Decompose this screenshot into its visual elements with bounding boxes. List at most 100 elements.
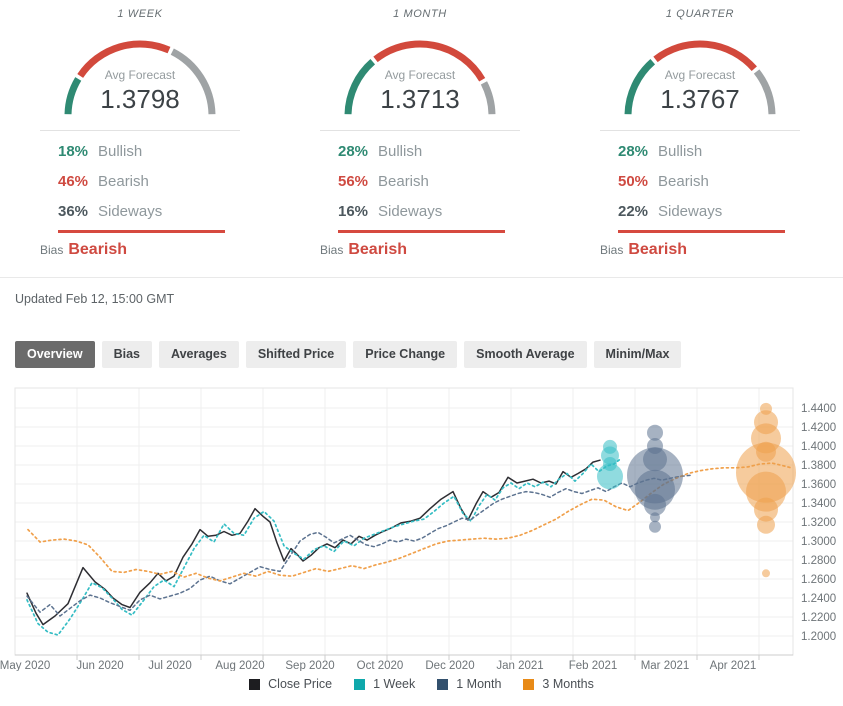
svg-text:1.2000: 1.2000 (801, 631, 836, 643)
legend-label: 1 Month (456, 677, 501, 691)
legend-1-week[interactable]: 1 Week (354, 677, 415, 691)
panel-title: 1 QUARTER (600, 6, 800, 22)
bias-value: Bearish (628, 241, 687, 258)
svg-text:1.2800: 1.2800 (801, 555, 836, 567)
svg-text:1.4200: 1.4200 (801, 422, 836, 434)
bullish-row: 18%Bullish (58, 137, 240, 167)
chart-legend: Close Price 1 Week 1 Month 3 Months (0, 677, 843, 691)
bearish-pct: 56% (338, 167, 378, 197)
one-week-swatch (354, 679, 365, 690)
bullish-row: 28%Bullish (338, 137, 520, 167)
svg-text:1.3000: 1.3000 (801, 536, 836, 548)
forecast-poll-widget: 1 WEEK Avg Forecast 1.3798 18%Bullish 46… (0, 0, 843, 706)
svg-text:1.3600: 1.3600 (801, 479, 836, 491)
divider (40, 130, 240, 131)
one-month-swatch (437, 679, 448, 690)
sideways-row: 16%Sideways (338, 197, 520, 227)
forecast-chart[interactable]: 1.44001.42001.40001.38001.36001.34001.32… (0, 386, 843, 671)
svg-text:1.2400: 1.2400 (801, 593, 836, 605)
bias-value: Bearish (348, 241, 407, 258)
svg-text:1.4000: 1.4000 (801, 441, 836, 453)
legend-close-price[interactable]: Close Price (249, 677, 332, 691)
svg-text:Jan 2021: Jan 2021 (496, 660, 543, 671)
bias-underline (338, 230, 505, 233)
svg-text:Oct 2020: Oct 2020 (357, 660, 404, 671)
panel-title: 1 MONTH (320, 6, 520, 22)
bias-row: Bias Bearish (320, 241, 520, 259)
bullish-pct: 18% (58, 137, 98, 167)
legend-1-month[interactable]: 1 Month (437, 677, 501, 691)
svg-text:Feb 2021: Feb 2021 (569, 660, 618, 671)
tab-price-change[interactable]: Price Change (353, 341, 457, 368)
bullish-pct: 28% (618, 137, 658, 167)
close-price-swatch (249, 679, 260, 690)
svg-text:Dec 2020: Dec 2020 (425, 660, 474, 671)
bullish-pct: 28% (338, 137, 378, 167)
bearish-pct: 46% (58, 167, 98, 197)
sideways-pct: 16% (338, 197, 378, 227)
avg-forecast-value: 1.3798 (40, 84, 240, 115)
bullish-label: Bullish (658, 143, 702, 160)
divider (320, 130, 520, 131)
svg-text:1.2600: 1.2600 (801, 574, 836, 586)
svg-text:Sep 2020: Sep 2020 (285, 660, 334, 671)
forecast-panel-1-week: 1 WEEK Avg Forecast 1.3798 18%Bullish 46… (40, 6, 240, 259)
bias-label: Bias (40, 243, 63, 257)
bearish-row: 56%Bearish (338, 167, 520, 197)
bullish-label: Bullish (378, 143, 422, 160)
gauge-1-quarter: Avg Forecast 1.3767 (600, 30, 800, 118)
bearish-label: Bearish (658, 173, 709, 190)
avg-forecast-value: 1.3767 (600, 84, 800, 115)
chart-tabs: Overview Bias Averages Shifted Price Pri… (15, 341, 843, 368)
sideways-row: 22%Sideways (618, 197, 800, 227)
bullish-row: 28%Bullish (618, 137, 800, 167)
bias-row: BiasBearish (40, 241, 240, 259)
tab-bias[interactable]: Bias (102, 341, 152, 368)
svg-text:Jul 2020: Jul 2020 (148, 660, 191, 671)
svg-text:1.3400: 1.3400 (801, 498, 836, 510)
sideways-pct: 36% (58, 197, 98, 227)
tab-shifted-price[interactable]: Shifted Price (246, 341, 346, 368)
bearish-row: 46%Bearish (58, 167, 240, 197)
bias-underline (58, 230, 225, 233)
tab-overview[interactable]: Overview (15, 341, 95, 368)
forecast-panels: 1 WEEK Avg Forecast 1.3798 18%Bullish 46… (0, 0, 843, 278)
updated-timestamp: Updated Feb 12, 15:00 GMT (15, 292, 843, 306)
legend-3-months[interactable]: 3 Months (523, 677, 593, 691)
sentiment-rows: 28%Bullish 50%Bearish 22%Sideways (618, 137, 800, 227)
bias-label: Bias (320, 243, 343, 257)
tab-averages[interactable]: Averages (159, 341, 239, 368)
forecast-panel-1-month: 1 MONTH Avg Forecast 1.3713 28%Bullish 5… (320, 6, 520, 259)
svg-text:Apr 2021: Apr 2021 (710, 660, 757, 671)
avg-forecast-label: Avg Forecast (600, 68, 800, 82)
sideways-row: 36%Sideways (58, 197, 240, 227)
avg-forecast-value: 1.3713 (320, 84, 520, 115)
bearish-label: Bearish (98, 173, 149, 190)
legend-label: 3 Months (542, 677, 593, 691)
svg-text:1.3200: 1.3200 (801, 517, 836, 529)
sentiment-rows: 18%Bullish 46%Bearish 36%Sideways (58, 137, 240, 227)
divider (600, 130, 800, 131)
bearish-row: 50%Bearish (618, 167, 800, 197)
panel-title: 1 WEEK (40, 6, 240, 22)
svg-text:Mar 2021: Mar 2021 (641, 660, 690, 671)
tab-smooth-average[interactable]: Smooth Average (464, 341, 586, 368)
bearish-pct: 50% (618, 167, 658, 197)
svg-text:Aug 2020: Aug 2020 (215, 660, 264, 671)
svg-text:1.4400: 1.4400 (801, 403, 836, 415)
bearish-label: Bearish (378, 173, 429, 190)
bias-label: Bias (600, 243, 623, 257)
legend-label: 1 Week (373, 677, 415, 691)
gauge-1-month: Avg Forecast 1.3713 (320, 30, 520, 118)
three-months-swatch (523, 679, 534, 690)
bias-row: Bias Bearish (600, 241, 800, 259)
avg-forecast-label: Avg Forecast (40, 68, 240, 82)
sideways-label: Sideways (98, 203, 162, 220)
sideways-pct: 22% (618, 197, 658, 227)
bullish-label: Bullish (98, 143, 142, 160)
legend-label: Close Price (268, 677, 332, 691)
chart-canvas[interactable]: 1.44001.42001.40001.38001.36001.34001.32… (0, 386, 843, 671)
avg-forecast-label: Avg Forecast (320, 68, 520, 82)
gauge-1-week: Avg Forecast 1.3798 (40, 30, 240, 118)
tab-minim-max[interactable]: Minim/Max (594, 341, 682, 368)
